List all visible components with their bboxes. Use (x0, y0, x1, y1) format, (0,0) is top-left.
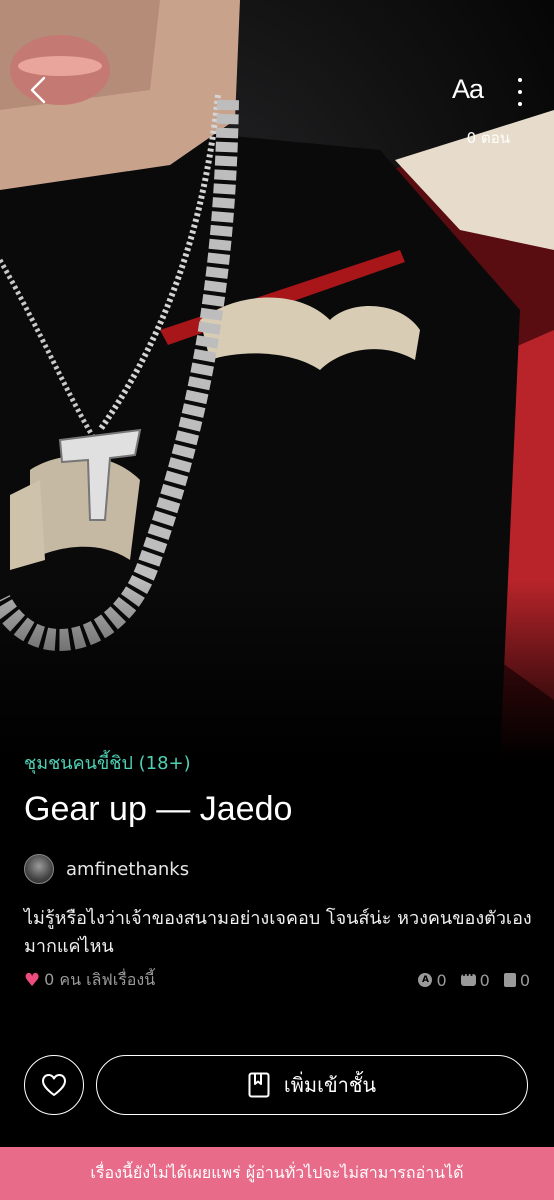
comment-counter: 0 (460, 970, 490, 990)
author-row[interactable]: amfinethanks (24, 854, 189, 884)
a-count: 0 (436, 970, 447, 990)
add-to-shelf-button[interactable]: เพิ่มเข้าชั้น (96, 1055, 528, 1115)
a-counter: A 0 (418, 970, 447, 990)
top-bar: Aa 0 ตอน (0, 0, 554, 150)
story-title: Gear up — Jaedo (24, 790, 293, 828)
story-description: ไม่รู้หรือไงว่าเจ้าของสนามอย่างเจคอบ โจน… (24, 908, 532, 957)
heart-outline-icon (42, 1074, 66, 1096)
heart-icon: ♥ (24, 969, 41, 991)
community-label[interactable]: ชุมชนคนขี้ชิป (18+) (24, 748, 191, 777)
author-name[interactable]: amfinethanks (66, 859, 189, 880)
back-button[interactable] (22, 72, 54, 108)
add-to-shelf-label: เพิ่มเข้าชั้น (283, 1073, 377, 1097)
back-chevron-icon (30, 76, 46, 104)
likes-summary: ♥ 0 คน เลิฟเรื่องนี้ (24, 968, 155, 993)
more-options-button[interactable] (510, 78, 530, 106)
like-button[interactable] (24, 1055, 84, 1115)
more-vertical-icon (518, 78, 522, 82)
font-size-button[interactable]: Aa (452, 74, 484, 105)
stats-row: ♥ 0 คน เลิฟเรื่องนี้ A 0 0 0 (24, 968, 530, 992)
book-count: 0 (519, 970, 530, 990)
book-counter: 0 (503, 970, 530, 990)
comment-icon (460, 971, 476, 986)
unpublished-notice: เรื่องนี้ยังไม่ได้เผยแพร่ ผู้อ่านทั่วไปจ… (0, 1147, 554, 1200)
chapter-count: 0 ตอน (466, 129, 510, 147)
comment-count: 0 (479, 970, 490, 990)
book-icon (503, 973, 516, 987)
avatar[interactable] (24, 854, 54, 884)
bookmark-icon (248, 1072, 270, 1098)
a-badge-icon: A (418, 973, 433, 987)
likes-text: 0 คน เลิฟเรื่องนี้ (44, 969, 156, 989)
counters: A 0 0 0 (418, 971, 530, 990)
